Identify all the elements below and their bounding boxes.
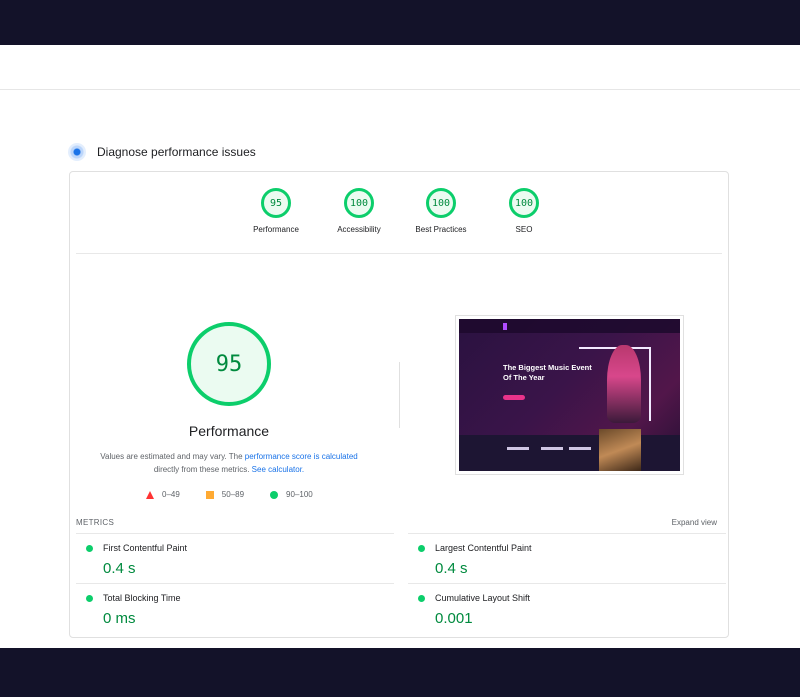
gauge-label: Best Practices xyxy=(415,225,467,234)
report-card: 95 Performance 100 Accessibility 100 Bes… xyxy=(69,171,729,638)
screenshot-guitarist xyxy=(599,429,641,471)
screenshot-column xyxy=(507,447,529,450)
metric-value: 0.4 s xyxy=(435,560,468,577)
gauge-ring: 100 xyxy=(509,188,539,218)
legend-range: 0–49 xyxy=(162,490,180,499)
screenshot-footer xyxy=(459,435,680,471)
circle-icon xyxy=(270,490,279,499)
metric-lcp: Largest Contentful Paint 0.4 s xyxy=(408,533,726,584)
gauge-seo[interactable]: 100 SEO xyxy=(489,188,559,234)
gauge-label: Accessibility xyxy=(337,225,381,234)
note-text: Values are estimated and may vary. The xyxy=(100,452,245,461)
metric-name: Total Blocking Time xyxy=(103,593,181,603)
gauge-ring: 100 xyxy=(344,188,374,218)
screenshot-nav xyxy=(459,319,680,333)
see-calculator-link[interactable]: See calculator. xyxy=(252,465,304,474)
gauge-ring: 95 xyxy=(261,188,291,218)
metric-value: 0 ms xyxy=(103,610,136,627)
metric-name: Cumulative Layout Shift xyxy=(435,593,531,603)
screenshot-singer xyxy=(607,345,641,423)
gauge-score: 100 xyxy=(514,197,534,209)
legend-range: 90–100 xyxy=(286,490,313,499)
metric-tbt: Total Blocking Time 0 ms xyxy=(76,583,394,634)
gauge-label: Performance xyxy=(253,225,299,234)
gauge-accessibility[interactable]: 100 Accessibility xyxy=(324,188,394,234)
pass-dot-icon xyxy=(86,595,93,602)
score-note: Values are estimated and may vary. The p… xyxy=(88,450,370,476)
diagnose-header: Diagnose performance issues xyxy=(68,142,256,162)
gauge-label: SEO xyxy=(515,225,533,234)
metric-value: 0.001 xyxy=(435,610,473,627)
metric-name: First Contentful Paint xyxy=(103,543,188,553)
performance-score: 95 xyxy=(215,351,243,377)
score-calculated-link[interactable]: performance score is calculated xyxy=(245,452,358,461)
note-text: directly from these metrics. xyxy=(153,465,252,474)
gauge-performance[interactable]: 95 Performance xyxy=(241,188,311,234)
metric-cls: Cumulative Layout Shift 0.001 xyxy=(408,583,726,634)
legend-item-pass: 90–100 xyxy=(270,490,313,499)
triangle-icon xyxy=(146,490,154,499)
performance-gauge: 95 xyxy=(187,322,271,406)
metric-value: 0.4 s xyxy=(103,560,136,577)
performance-title: Performance xyxy=(188,423,270,439)
diagnose-title: Diagnose performance issues xyxy=(97,145,256,159)
screenshot-image: The Biggest Music Event Of The Year xyxy=(459,319,680,471)
gauge-ring: 100 xyxy=(426,188,456,218)
square-icon xyxy=(205,490,214,499)
pass-dot-icon xyxy=(418,595,425,602)
bottom-bar xyxy=(0,648,800,697)
screenshot-column xyxy=(569,447,591,450)
screenshot-button xyxy=(503,395,525,400)
gauge-score: 95 xyxy=(269,197,283,209)
legend-range: 50–89 xyxy=(221,490,245,499)
metrics-heading: METRICS xyxy=(76,518,115,527)
divider xyxy=(76,253,722,254)
gauge-score: 100 xyxy=(431,197,451,209)
vertical-divider xyxy=(399,362,400,428)
screenshot-headline: The Biggest Music Event Of The Year xyxy=(503,363,592,382)
sub-header xyxy=(0,45,800,90)
gauge-score: 100 xyxy=(349,197,369,209)
score-gauges: 95 Performance 100 Accessibility 100 Bes… xyxy=(70,172,728,254)
screenshot-logo xyxy=(503,323,507,330)
screenshot-column xyxy=(541,447,563,450)
legend-item-fail: 0–49 xyxy=(146,490,180,499)
score-legend: 0–49 50–89 90–100 xyxy=(146,490,339,499)
gauge-best-practices[interactable]: 100 Best Practices xyxy=(406,188,476,234)
page-screenshot[interactable]: The Biggest Music Event Of The Year xyxy=(455,315,684,475)
top-bar xyxy=(0,0,800,45)
legend-item-average: 50–89 xyxy=(205,490,245,499)
expand-view-toggle[interactable]: Expand view xyxy=(672,518,717,527)
metric-fcp: First Contentful Paint 0.4 s xyxy=(76,533,394,584)
pass-dot-icon xyxy=(418,545,425,552)
diagnose-icon xyxy=(68,143,86,161)
metric-name: Largest Contentful Paint xyxy=(435,543,532,553)
pass-dot-icon xyxy=(86,545,93,552)
